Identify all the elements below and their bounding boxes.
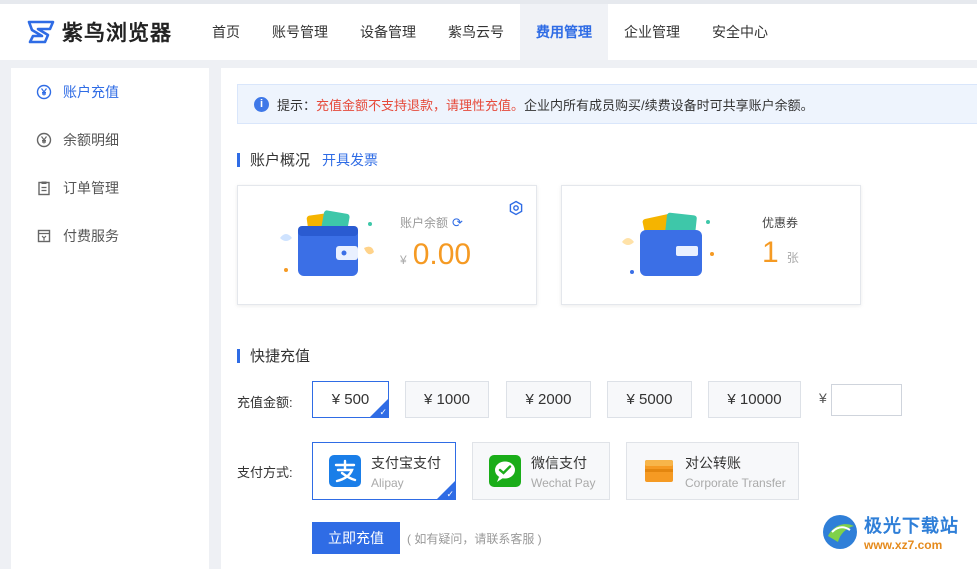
yen-circle-icon (36, 84, 52, 100)
pay-option-corporate-transfer[interactable]: 对公转账 Corporate Transfer (626, 442, 799, 500)
nav-device-management[interactable]: 设备管理 (344, 4, 432, 60)
balance-label-text: 账户余额 (400, 216, 449, 230)
wechat-icon (489, 455, 521, 487)
pay-option-en: Corporate Transfer (685, 475, 786, 490)
sidebar-item-order-management[interactable]: 订单管理 (11, 164, 209, 212)
pay-option-name: 对公转账 (685, 454, 741, 471)
sidebar-item-label: 余额明细 (63, 132, 119, 148)
pay-option-text: 微信支付 Wechat Pay (531, 453, 595, 490)
amount-option-2000[interactable]: ¥ 2000 (506, 381, 591, 418)
amount-option-5000[interactable]: ¥ 5000 (607, 381, 692, 418)
pay-option-en: Alipay (371, 475, 404, 490)
nav-enterprise-management[interactable]: 企业管理 (608, 4, 696, 60)
balance-value: ¥ 0.00 (400, 238, 471, 272)
quick-recharge-title: 快捷充值 (237, 345, 310, 366)
recharge-now-button[interactable]: 立即充值 (312, 522, 400, 554)
amount-option-10000[interactable]: ¥ 10000 (708, 381, 801, 418)
wallet-icon (645, 460, 673, 482)
watermark-text: 极光下载站 www.xz7.com (864, 512, 959, 552)
info-icon: i (254, 96, 269, 112)
notice-prefix: 提示： (277, 97, 317, 113)
service-icon (37, 229, 51, 243)
sidebar-item-label: 付费服务 (63, 228, 119, 244)
invoice-link[interactable]: 开具发票 (322, 150, 378, 170)
amount-label: 充值金额: (237, 395, 293, 410)
notice-warning: 充值金额不支持退款，请理性充值。 (316, 97, 525, 113)
amount-option-label: ¥ 2000 (525, 391, 572, 408)
main-content: i 提示： 充值金额不支持退款，请理性充值。 企业内所有成员购买/续费设备时可共… (221, 68, 977, 569)
coupon-value: 1 张 (762, 236, 799, 270)
coupon-wallet-illustration-icon (622, 212, 714, 276)
nav-security-center[interactable]: 安全中心 (696, 4, 784, 60)
watermark-brand: 极光下载站 (864, 516, 959, 536)
watermark-url: www.xz7.com (864, 538, 943, 552)
wallet-illustration-icon (280, 210, 374, 276)
balance-label: 账户余额 ⟳ (400, 214, 463, 231)
coupon-card[interactable]: 优惠券 1 张 (561, 185, 861, 305)
pay-option-alipay[interactable]: 支付宝支付 Alipay ✓ (312, 442, 456, 500)
balance-card: 账户余额 ⟳ ¥ 0.00 (237, 185, 537, 305)
section-marker (237, 348, 240, 363)
nav-billing-management[interactable]: 费用管理 (520, 4, 608, 60)
nav-home[interactable]: 首页 (196, 4, 256, 60)
notice-text: 企业内所有成员购买/续费设备时可共享账户余额。 (524, 97, 814, 113)
coupon-label: 优惠券 (762, 216, 799, 230)
sidebar: 账户充值 余额明细 订单管理 付费服务 (11, 68, 209, 569)
pay-option-text: 支付宝支付 Alipay (371, 453, 441, 490)
pay-option-name: 支付宝支付 (371, 454, 441, 471)
watermark-logo-icon (823, 515, 857, 549)
section-title-text: 快捷充值 (250, 348, 311, 365)
amount-option-label: ¥ 5000 (626, 391, 673, 408)
amount-option-500[interactable]: ¥ 500 ✓ (312, 381, 389, 418)
section-marker (237, 152, 240, 167)
clipboard-icon (38, 181, 50, 196)
amount-option-label: ¥ 500 (331, 391, 370, 408)
notice-banner: i 提示： 充值金额不支持退款，请理性充值。 企业内所有成员购买/续费设备时可共… (237, 84, 977, 124)
amount-option-1000[interactable]: ¥ 1000 (405, 381, 489, 418)
balance-amount: 0.00 (412, 238, 472, 271)
section-title-text: 账户概况 (250, 152, 311, 169)
account-overview-title: 账户概况 开具发票 (237, 149, 378, 170)
amount-option-label: ¥ 10000 (727, 391, 782, 408)
sidebar-item-label: 订单管理 (63, 180, 119, 196)
sidebar-item-paid-services[interactable]: 付费服务 (11, 212, 209, 260)
currency-symbol: ¥ (400, 253, 407, 267)
sidebar-item-label: 账户充值 (63, 84, 119, 100)
sidebar-item-recharge[interactable]: 账户充值 (11, 68, 209, 116)
payment-method-label: 支付方式: (237, 465, 293, 480)
sidebar-item-balance-details[interactable]: 余额明细 (11, 116, 209, 164)
refresh-icon[interactable]: ⟳ (452, 215, 463, 231)
pay-option-name: 微信支付 (531, 454, 587, 471)
pay-option-wechat[interactable]: 微信支付 Wechat Pay (472, 442, 610, 500)
app-logo[interactable]: 紫鸟浏览器 (26, 17, 196, 47)
custom-amount-currency: ¥ (819, 390, 827, 406)
settings-icon[interactable] (508, 200, 524, 216)
site-watermark: 极光下载站 www.xz7.com (820, 512, 959, 552)
nav-cloud-number[interactable]: 紫鸟云号 (432, 4, 520, 60)
top-navigation-bar: 紫鸟浏览器 首页 账号管理 设备管理 紫鸟云号 费用管理 企业管理 安全中心 (0, 0, 977, 60)
nav-account-management[interactable]: 账号管理 (256, 4, 344, 60)
main-nav: 首页 账号管理 设备管理 紫鸟云号 费用管理 企业管理 安全中心 (196, 4, 784, 60)
coupon-count: 1 (762, 236, 779, 269)
support-hint: ( 如有疑问，请联系客服 ) (407, 532, 542, 546)
coupon-unit: 张 (786, 251, 799, 265)
bird-logo-icon (27, 20, 55, 44)
balance-icon (36, 132, 52, 148)
custom-amount-input[interactable] (831, 384, 902, 416)
alipay-icon (329, 455, 361, 487)
amount-option-label: ¥ 1000 (424, 391, 470, 408)
pay-option-en: Wechat Pay (531, 475, 596, 490)
pay-option-text: 对公转账 Corporate Transfer (685, 453, 786, 490)
app-name: 紫鸟浏览器 (62, 22, 172, 45)
check-icon: ✓ (446, 489, 454, 499)
check-icon: ✓ (379, 407, 387, 417)
